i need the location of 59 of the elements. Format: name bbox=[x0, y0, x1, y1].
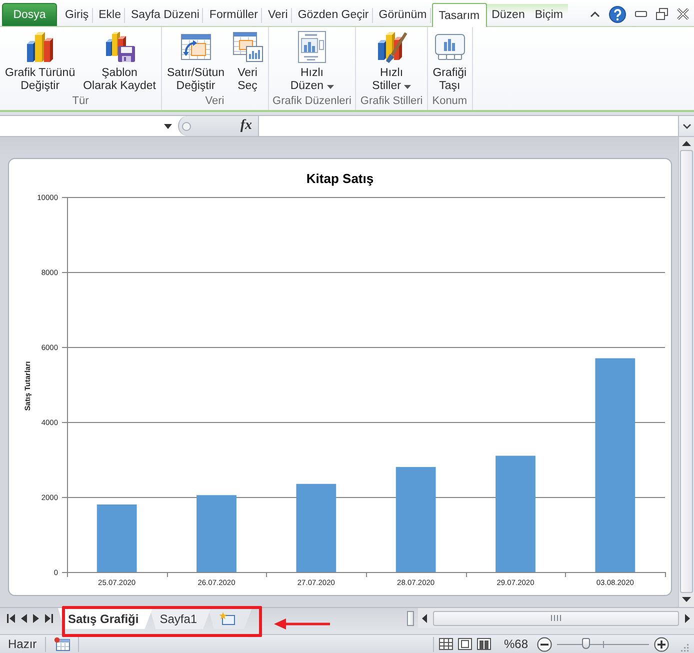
handle-dot-icon bbox=[182, 122, 191, 130]
tab-split-handle[interactable] bbox=[407, 611, 414, 626]
chart-card-icon bbox=[434, 33, 466, 61]
group-label: Grafik Düzenleri bbox=[272, 94, 352, 109]
annotation-arrow bbox=[274, 618, 330, 630]
close-icon[interactable] bbox=[677, 8, 689, 20]
next-sheet-icon[interactable] bbox=[33, 614, 39, 622]
expand-formula-button[interactable] bbox=[678, 116, 694, 136]
first-sheet-icon[interactable] bbox=[7, 614, 15, 622]
chevron-down-icon bbox=[682, 124, 690, 128]
table-swap-icon bbox=[180, 33, 212, 61]
change-chart-type-button[interactable]: Grafik Türünü Değiştir bbox=[2, 30, 78, 94]
status-text: Hazır bbox=[7, 637, 38, 651]
caret-icon[interactable] bbox=[164, 124, 172, 128]
page-break-icon[interactable] bbox=[476, 638, 491, 650]
scroll-thumb[interactable] bbox=[680, 150, 693, 593]
scroll-down-icon[interactable] bbox=[682, 597, 691, 602]
sheet-tab[interactable]: Sayfa1 bbox=[150, 608, 212, 629]
quick-styles-button[interactable]: Hızlı Stiller bbox=[369, 30, 414, 94]
chart-layout-icon bbox=[298, 31, 326, 63]
group-label: Konum bbox=[431, 94, 468, 109]
chart-brush-icon bbox=[376, 31, 407, 63]
save-template-button[interactable]: Şablon Olarak Kaydet bbox=[80, 30, 159, 94]
select-data-button[interactable]: Veri Seç bbox=[230, 30, 266, 94]
table-chart-icon bbox=[232, 32, 263, 62]
record-macro-icon[interactable] bbox=[54, 637, 70, 651]
zoom-in-icon[interactable] bbox=[654, 636, 669, 652]
horizontal-scrollbar[interactable] bbox=[418, 608, 694, 628]
bar-chart-icon bbox=[27, 32, 54, 62]
new-sheet-button[interactable] bbox=[208, 608, 252, 629]
group-label: Veri bbox=[204, 94, 226, 109]
group-label: Grafik Stilleri bbox=[359, 94, 424, 109]
chevron-up-icon[interactable] bbox=[590, 11, 600, 17]
sheet-tab[interactable]: Satış Grafiği bbox=[58, 608, 153, 629]
minimize-icon[interactable] bbox=[635, 11, 647, 17]
quick-layout-button[interactable]: Hızlı Düzen bbox=[287, 30, 337, 94]
page-layout-icon[interactable] bbox=[458, 638, 472, 650]
file-tab[interactable]: Dosya bbox=[2, 3, 57, 26]
scroll-up-icon[interactable] bbox=[682, 141, 691, 146]
scroll-thumb[interactable] bbox=[433, 610, 679, 626]
move-chart-button[interactable]: Grafiği Taşı bbox=[430, 30, 470, 94]
scroll-right-icon[interactable] bbox=[685, 614, 690, 622]
ribbon-tab[interactable]: Tasarım bbox=[432, 3, 487, 27]
restore-icon[interactable] bbox=[656, 8, 668, 20]
insert-function-button[interactable]: fx bbox=[178, 116, 258, 136]
zoom-level-button[interactable]: %68 bbox=[496, 637, 532, 651]
scroll-left-icon[interactable] bbox=[422, 614, 427, 622]
last-sheet-icon[interactable] bbox=[45, 614, 53, 622]
help-icon[interactable] bbox=[609, 6, 626, 22]
zoom-out-icon[interactable] bbox=[537, 636, 552, 652]
chart-disk-icon bbox=[104, 32, 135, 62]
group-label: Tür bbox=[71, 94, 90, 109]
previous-sheet-icon[interactable] bbox=[21, 614, 27, 622]
chart-title: Kitap Satış bbox=[306, 171, 374, 186]
slider-thumb[interactable] bbox=[582, 638, 590, 649]
switch-row-column-button[interactable]: Satır/Sütun Değiştir bbox=[164, 30, 228, 94]
vertical-scrollbar[interactable] bbox=[678, 137, 694, 607]
normal-view-icon[interactable] bbox=[438, 638, 453, 650]
resize-grip-icon[interactable] bbox=[680, 642, 689, 652]
